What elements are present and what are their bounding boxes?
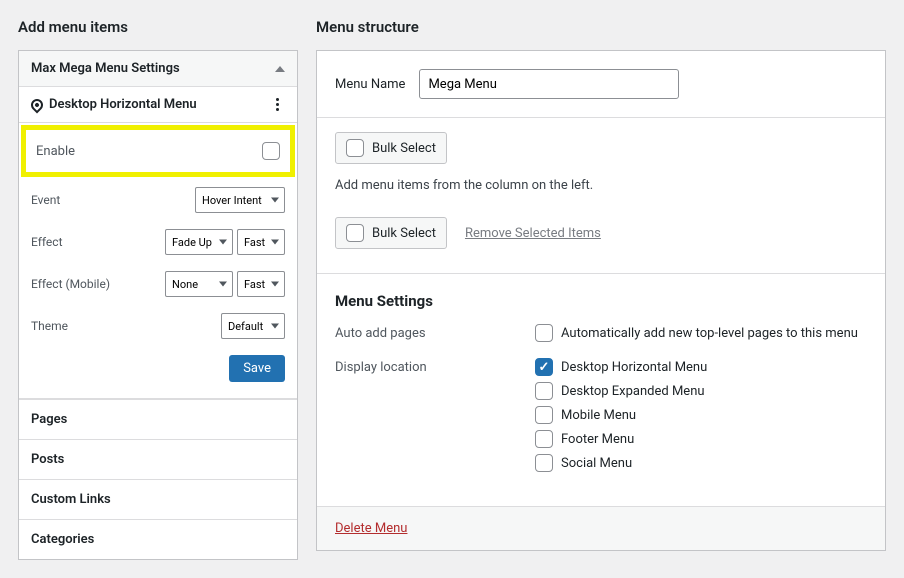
- mega-settings-header[interactable]: Max Mega Menu Settings: [19, 51, 297, 87]
- location-checkbox-2[interactable]: [535, 406, 553, 424]
- effect-row: Effect Fade Up Fast: [19, 221, 297, 263]
- menu-name-input[interactable]: [419, 69, 679, 99]
- enable-label: Enable: [36, 144, 75, 159]
- location-label-2: Mobile Menu: [561, 408, 636, 423]
- location-label-3: Footer Menu: [561, 432, 634, 447]
- location-label: Desktop Horizontal Menu: [49, 97, 197, 112]
- location-checkbox-1[interactable]: [535, 382, 553, 400]
- location-label-4: Social Menu: [561, 456, 632, 471]
- helper-text: Add menu items from the column on the le…: [317, 178, 885, 213]
- accordion-label: Pages: [31, 412, 67, 427]
- event-row: Event Hover Intent: [19, 179, 297, 221]
- remove-selected-link[interactable]: Remove Selected Items: [465, 226, 601, 241]
- location-label-0: Desktop Horizontal Menu: [561, 360, 707, 375]
- location-checkbox-4[interactable]: [535, 454, 553, 472]
- event-select[interactable]: Hover Intent: [195, 187, 285, 213]
- bulk-select-button[interactable]: Bulk Select: [335, 132, 447, 164]
- location-label-1: Desktop Expanded Menu: [561, 384, 705, 399]
- location-checkbox-0[interactable]: [535, 358, 553, 376]
- chevron-up-icon: [275, 66, 285, 72]
- delete-menu-link[interactable]: Delete Menu: [335, 521, 407, 536]
- bulk-select-label-2: Bulk Select: [372, 226, 436, 241]
- bulk-select-label: Bulk Select: [372, 141, 436, 156]
- effect-mobile-speed-select[interactable]: Fast: [237, 271, 285, 297]
- accordion-posts[interactable]: Posts: [19, 439, 297, 479]
- theme-select[interactable]: Default: [221, 313, 285, 339]
- bulk-select-checkbox[interactable]: [346, 139, 364, 157]
- accordion-label: Categories: [31, 532, 94, 547]
- auto-add-option-label: Automatically add new top-level pages to…: [561, 326, 858, 341]
- effect-mobile-row: Effect (Mobile) None Fast: [19, 263, 297, 305]
- accordion-categories[interactable]: Categories: [19, 519, 297, 559]
- bulk-select-button-2[interactable]: Bulk Select: [335, 217, 447, 249]
- accordion-pages[interactable]: Pages: [19, 399, 297, 439]
- effect-label: Effect: [31, 235, 63, 249]
- auto-add-checkbox[interactable]: [535, 324, 553, 342]
- save-button[interactable]: Save: [229, 355, 285, 382]
- menu-settings-title: Menu Settings: [335, 292, 867, 310]
- add-menu-items-title: Add menu items: [18, 18, 298, 36]
- theme-row: Theme Default: [19, 305, 297, 347]
- enable-row: Enable: [21, 125, 295, 177]
- accordion-label: Posts: [31, 452, 64, 467]
- menu-name-label: Menu Name: [335, 77, 405, 92]
- accordion-custom-links[interactable]: Custom Links: [19, 479, 297, 519]
- effect-select[interactable]: Fade Up: [165, 229, 233, 255]
- event-label: Event: [31, 193, 60, 207]
- menu-structure-title: Menu structure: [316, 18, 886, 36]
- accordion-label: Custom Links: [31, 492, 111, 507]
- effect-mobile-select[interactable]: None: [165, 271, 233, 297]
- more-options-icon[interactable]: [269, 98, 285, 111]
- display-location-label: Display location: [335, 358, 535, 375]
- auto-add-label: Auto add pages: [335, 324, 535, 341]
- enable-checkbox[interactable]: [262, 142, 280, 160]
- effect-mobile-label: Effect (Mobile): [31, 277, 110, 291]
- location-checkbox-3[interactable]: [535, 430, 553, 448]
- location-row: Desktop Horizontal Menu: [19, 87, 297, 123]
- bulk-select-checkbox-2[interactable]: [346, 224, 364, 242]
- theme-label: Theme: [31, 319, 68, 333]
- mega-settings-title: Max Mega Menu Settings: [31, 61, 180, 76]
- location-pin-icon: [29, 96, 46, 113]
- effect-speed-select[interactable]: Fast: [237, 229, 285, 255]
